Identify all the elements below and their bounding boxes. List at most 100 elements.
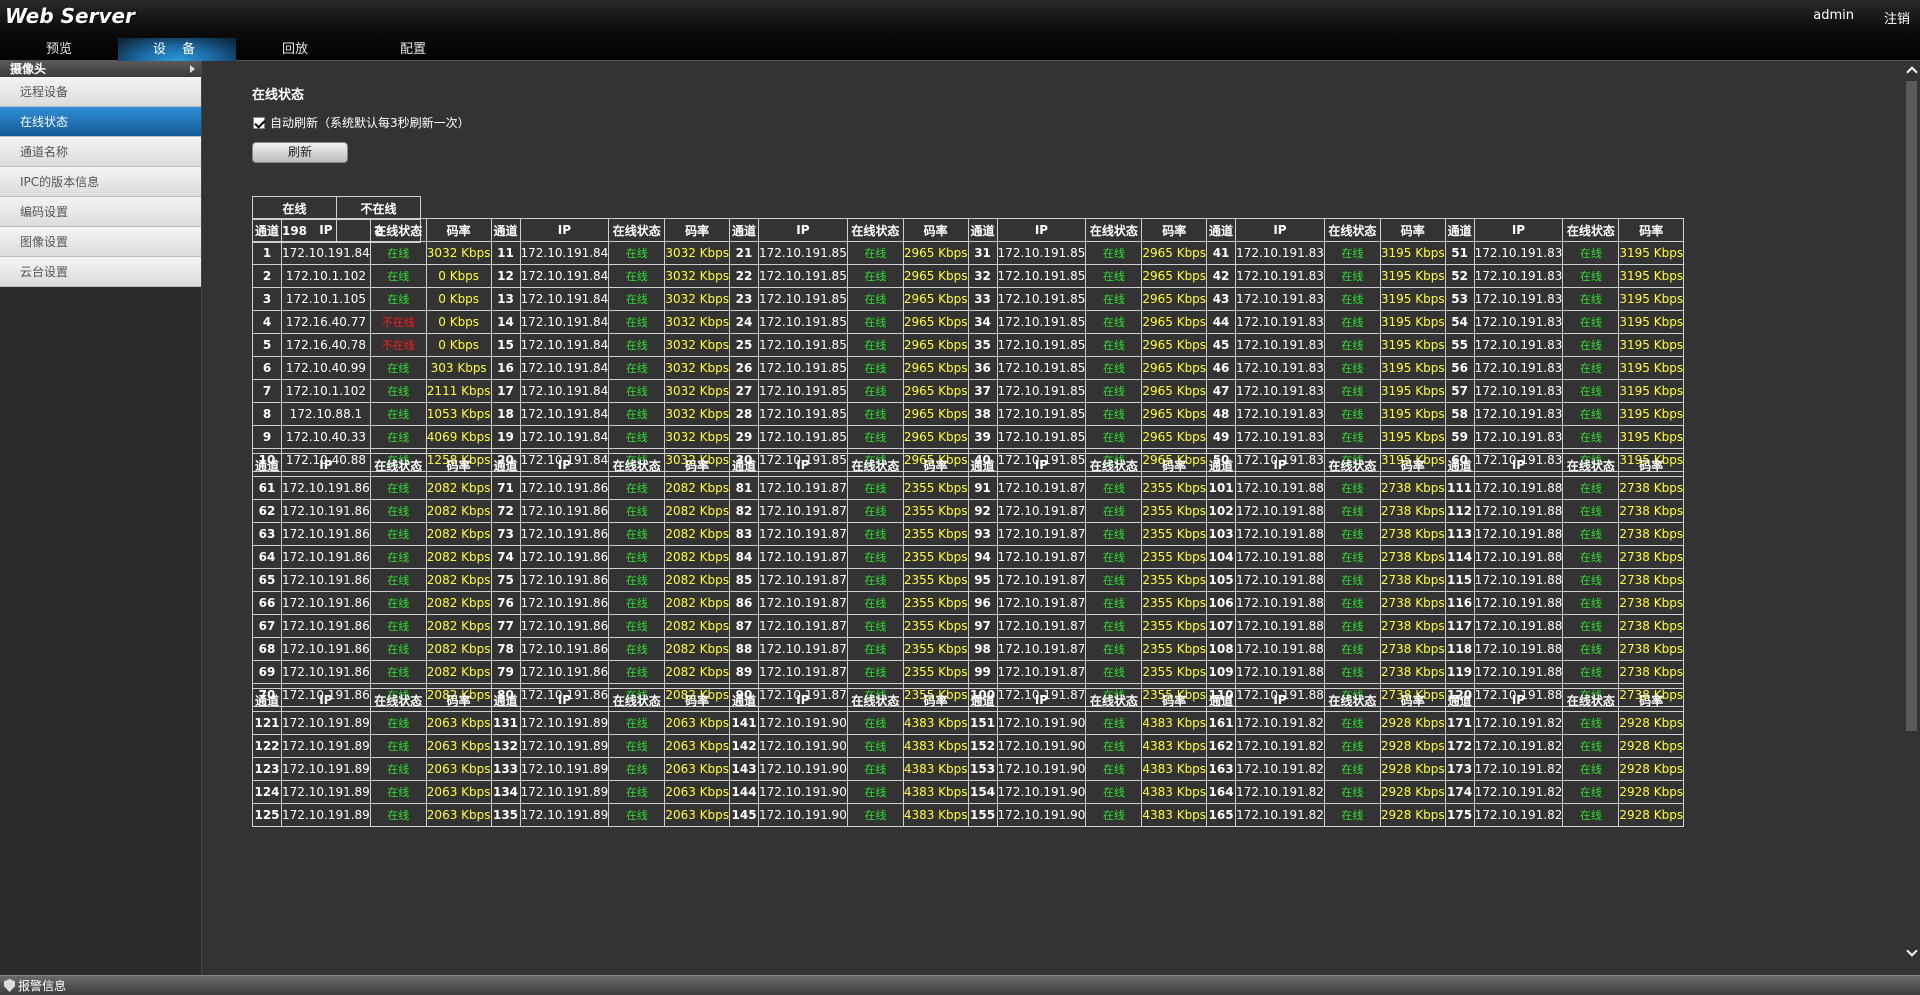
tab-playback[interactable]: 回放 xyxy=(236,38,354,61)
channel-number: 123 xyxy=(252,757,282,781)
channel-bitrate: 3032 Kbps xyxy=(664,287,731,311)
channel-number: 165 xyxy=(1206,803,1237,827)
channel-ip: 172.10.191.84 xyxy=(519,333,610,357)
channel-ip: 172.10.191.85 xyxy=(996,264,1087,288)
channel-number: 72 xyxy=(490,499,521,523)
channel-bitrate: 2738 Kbps xyxy=(1379,545,1446,569)
scroll-up-arrow-icon[interactable] xyxy=(1905,65,1918,77)
channel-ip: 172.10.191.89 xyxy=(519,711,610,735)
tab-preview[interactable]: 预览 xyxy=(0,38,118,61)
channel-bitrate: 2355 Kbps xyxy=(902,591,969,615)
vertical-scrollbar[interactable] xyxy=(1903,61,1920,975)
channel-bitrate: 2738 Kbps xyxy=(1379,637,1446,661)
channel-ip: 172.10.191.85 xyxy=(758,425,848,449)
channel-ip: 172.10.191.86 xyxy=(519,660,610,684)
channel-number: 8 xyxy=(252,402,282,426)
table-row: 6 172.10.40.99 在线 303 Kbps 16 172.10.191.84 在线… xyxy=(252,356,1685,380)
table-row: 124 172.10.191.89 在线 2063 Kbps 134 172.10.191… xyxy=(252,780,1685,804)
sidebar-item-encoding[interactable]: 编码设置 xyxy=(0,197,201,227)
sidebar-section-camera[interactable]: 摄像头 xyxy=(0,61,201,77)
logout-link[interactable]: 注销 xyxy=(1884,8,1910,27)
channel-bitrate: 2082 Kbps xyxy=(425,476,492,500)
channel-ip: 172.10.191.88 xyxy=(1473,476,1564,500)
channel-number: 55 xyxy=(1444,333,1475,357)
channel-status: 在线 xyxy=(846,734,904,758)
channel-status: 在线 xyxy=(1562,287,1620,311)
channel-number: 19 xyxy=(490,425,521,449)
channel-bitrate: 2355 Kbps xyxy=(1141,660,1208,684)
channel-number: 101 xyxy=(1206,476,1237,500)
channel-status: 在线 xyxy=(1323,568,1381,592)
channel-number: 54 xyxy=(1444,310,1475,334)
sidebar-item-ipc-version[interactable]: IPC的版本信息 xyxy=(0,167,201,197)
channel-ip: 172.10.191.85 xyxy=(758,356,848,380)
channel-bitrate: 3195 Kbps xyxy=(1379,333,1446,357)
channel-ip: 172.10.40.33 xyxy=(281,425,371,449)
channel-number: 36 xyxy=(967,356,998,380)
channel-ip: 172.10.191.89 xyxy=(281,734,371,758)
scroll-thumb[interactable] xyxy=(1906,81,1917,731)
channel-ip: 172.10.191.86 xyxy=(519,476,610,500)
sidebar-item-ptz[interactable]: 云台设置 xyxy=(0,257,201,287)
sidebar-item-image[interactable]: 图像设置 xyxy=(0,227,201,257)
channel-bitrate: 2738 Kbps xyxy=(1379,568,1446,592)
channel-status: 在线 xyxy=(846,568,904,592)
channel-status: 在线 xyxy=(369,264,427,288)
channel-status: 在线 xyxy=(1323,333,1381,357)
sidebar-item-online-status[interactable]: 在线状态 xyxy=(0,107,201,137)
channel-bitrate: 303 Kbps xyxy=(425,356,492,380)
channel-number: 39 xyxy=(967,425,998,449)
header-bitrate: 码率 xyxy=(664,688,731,712)
channel-bitrate: 4383 Kbps xyxy=(1141,803,1208,827)
channel-ip: 172.10.191.86 xyxy=(281,568,371,592)
channel-number: 83 xyxy=(729,522,760,546)
refresh-button[interactable]: 刷新 xyxy=(252,142,348,163)
header-channel: 通道 xyxy=(252,453,282,477)
channel-number: 112 xyxy=(1444,499,1475,523)
channel-status: 在线 xyxy=(369,476,427,500)
channel-ip: 172.10.191.84 xyxy=(519,402,610,426)
channel-number: 68 xyxy=(252,637,282,661)
channel-bitrate: 0 Kbps xyxy=(425,287,492,311)
channel-number: 172 xyxy=(1444,734,1475,758)
channel-bitrate: 2082 Kbps xyxy=(425,522,492,546)
channel-number: 33 xyxy=(967,287,998,311)
channel-bitrate: 3195 Kbps xyxy=(1618,333,1685,357)
channel-status: 在线 xyxy=(1562,310,1620,334)
channel-number: 21 xyxy=(729,241,760,265)
channel-status: 在线 xyxy=(608,333,666,357)
alarm-info-bar[interactable]: 报警信息 xyxy=(0,975,1920,995)
channel-status: 在线 xyxy=(608,568,666,592)
channel-number: 34 xyxy=(967,310,998,334)
channel-ip: 172.10.191.83 xyxy=(1235,264,1325,288)
channel-bitrate: 3032 Kbps xyxy=(425,241,492,265)
channel-status: 在线 xyxy=(608,803,666,827)
channel-bitrate: 3195 Kbps xyxy=(1379,241,1446,265)
sidebar-item-channel-name[interactable]: 通道名称 xyxy=(0,137,201,167)
channel-number: 164 xyxy=(1206,780,1237,804)
tab-device[interactable]: 设 备 xyxy=(118,38,236,61)
header-bitrate: 码率 xyxy=(425,218,492,242)
tab-config[interactable]: 配置 xyxy=(354,38,472,61)
channel-number: 2 xyxy=(252,264,282,288)
channel-status: 在线 xyxy=(369,591,427,615)
auto-refresh-checkbox[interactable] xyxy=(253,116,265,129)
header-ip: IP xyxy=(519,688,610,712)
channel-ip: 172.10.191.88 xyxy=(1235,545,1325,569)
channel-number: 25 xyxy=(729,333,760,357)
current-user: admin xyxy=(1813,8,1854,23)
channel-status: 在线 xyxy=(1085,333,1143,357)
channel-status: 在线 xyxy=(846,499,904,523)
channel-ip: 172.10.191.89 xyxy=(281,780,371,804)
channel-bitrate: 2355 Kbps xyxy=(902,522,969,546)
channel-status: 在线 xyxy=(1085,568,1143,592)
channel-status: 在线 xyxy=(369,568,427,592)
scroll-down-arrow-icon[interactable] xyxy=(1905,947,1918,959)
channel-ip: 172.10.191.83 xyxy=(1473,425,1564,449)
channel-ip: 172.10.191.88 xyxy=(1235,591,1325,615)
channel-bitrate: 2082 Kbps xyxy=(664,591,731,615)
channel-ip: 172.10.191.87 xyxy=(758,591,848,615)
channel-number: 16 xyxy=(490,356,521,380)
channel-number: 103 xyxy=(1206,522,1237,546)
sidebar-item-remote-devices[interactable]: 远程设备 xyxy=(0,77,201,107)
